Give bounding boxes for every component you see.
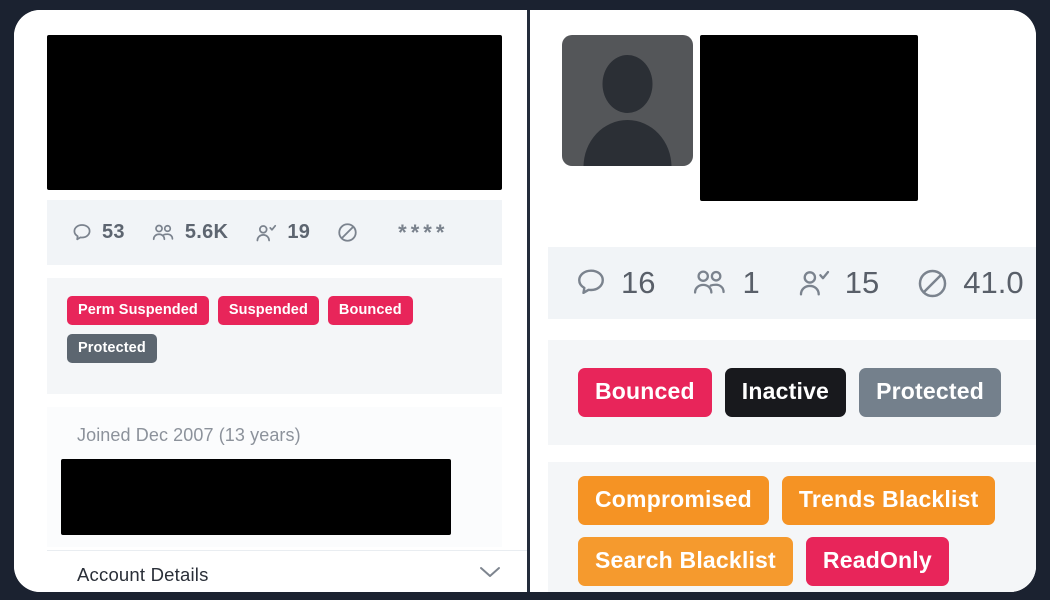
left-stat-following[interactable]: 19 xyxy=(254,221,310,244)
right-header-redaction-block xyxy=(700,35,918,201)
following-icon xyxy=(796,266,832,300)
badge-search-blacklist[interactable]: Search Blacklist xyxy=(578,537,793,586)
left-stat-following-value: 19 xyxy=(287,221,311,243)
followers-icon xyxy=(691,266,729,300)
badge-inactive[interactable]: Inactive xyxy=(724,368,847,417)
avatar[interactable] xyxy=(562,35,693,166)
badge-readonly[interactable]: ReadOnly xyxy=(805,537,949,586)
account-comparison-card: 53 5.6K 19 **** Perm Suspended Suspended… xyxy=(14,10,1036,592)
right-badges-secondary-section: Compromised Trends Blacklist Search Blac… xyxy=(548,462,1036,592)
left-stat-blocked[interactable] xyxy=(336,221,368,244)
right-stat-following-value: 15 xyxy=(844,265,880,300)
right-badge-row-2: Compromised Trends Blacklist xyxy=(578,476,1036,525)
right-stat-following[interactable]: 15 xyxy=(796,265,879,301)
badge-compromised[interactable]: Compromised xyxy=(578,476,769,525)
joined-date-text: Joined Dec 2007 (13 years) xyxy=(77,425,301,445)
left-stats-bar: 53 5.6K 19 **** xyxy=(47,200,502,265)
account-details-row[interactable]: Account Details xyxy=(47,550,527,592)
left-stat-followers-value: 5.6K xyxy=(184,221,229,243)
followers-icon xyxy=(151,222,176,244)
comment-icon xyxy=(574,266,608,300)
comment-icon xyxy=(71,222,93,244)
badge-perm-suspended[interactable]: Perm Suspended xyxy=(67,296,209,325)
right-badge-row-1: Bounced Inactive Protected xyxy=(578,368,1001,417)
right-account-panel: 16 1 15 41.0 Bounced Inactive Protected … xyxy=(530,10,1036,592)
right-badge-row-3: Search Blacklist ReadOnly xyxy=(578,537,1036,586)
blocked-icon xyxy=(336,221,359,244)
following-icon xyxy=(254,222,278,244)
left-stat-tweets[interactable]: 53 xyxy=(71,221,125,244)
badge-protected[interactable]: Protected xyxy=(67,334,157,363)
right-stat-blocked-value: 41.0 xyxy=(963,265,1024,300)
left-stat-followers[interactable]: 5.6K xyxy=(151,221,228,244)
right-stat-tweets[interactable]: 16 xyxy=(574,265,655,301)
left-badge-row-2: Protected xyxy=(67,334,502,363)
left-badges-section: Perm Suspended Suspended Bounced Protect… xyxy=(47,278,502,394)
left-stats-overflow[interactable]: **** xyxy=(398,221,448,244)
left-stat-tweets-value: 53 xyxy=(102,221,125,243)
right-stats-bar: 16 1 15 41.0 xyxy=(548,247,1036,319)
left-body-redaction-block xyxy=(61,459,451,535)
right-stat-followers[interactable]: 1 xyxy=(691,265,760,301)
panel-divider xyxy=(527,10,530,592)
left-joined-section: Joined Dec 2007 (13 years) xyxy=(47,407,502,547)
badge-suspended[interactable]: Suspended xyxy=(217,296,319,325)
chevron-down-icon[interactable] xyxy=(477,564,503,585)
badge-trends-blacklist[interactable]: Trends Blacklist xyxy=(781,476,996,525)
right-stat-followers-value: 1 xyxy=(742,265,760,300)
badge-bounced[interactable]: Bounced xyxy=(327,296,413,325)
right-badges-primary-section: Bounced Inactive Protected xyxy=(548,340,1036,445)
right-stat-blocked[interactable]: 41.0 xyxy=(915,265,1024,301)
left-account-panel: 53 5.6K 19 **** Perm Suspended Suspended… xyxy=(14,10,527,592)
blocked-icon xyxy=(915,266,950,301)
badge-bounced[interactable]: Bounced xyxy=(578,368,712,417)
account-details-label: Account Details xyxy=(77,563,209,585)
right-stat-tweets-value: 16 xyxy=(621,265,656,300)
left-header-redaction-block xyxy=(47,35,502,190)
left-badge-row-1: Perm Suspended Suspended Bounced xyxy=(67,296,502,325)
screenshot-root: 53 5.6K 19 **** Perm Suspended Suspended… xyxy=(0,0,1050,600)
badge-protected[interactable]: Protected xyxy=(859,368,1001,417)
